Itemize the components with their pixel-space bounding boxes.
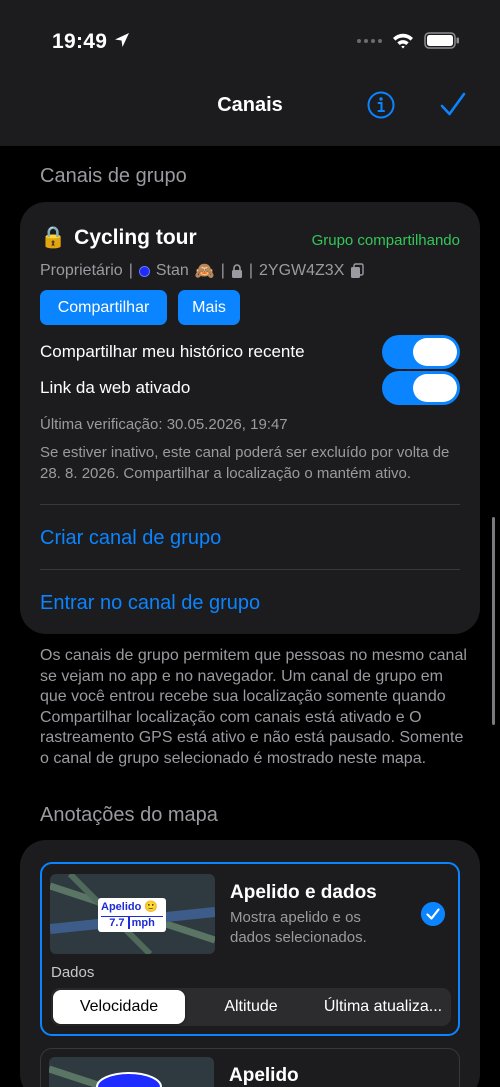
owner-color-dot xyxy=(138,265,150,277)
map-roads-image xyxy=(49,1057,214,1087)
option-title: Apelido xyxy=(229,1065,299,1086)
channel-name: Cycling tour xyxy=(74,226,197,249)
data-segmented-control: Velocidade Altitude Última atualiza... xyxy=(51,988,451,1026)
more-button[interactable]: Mais xyxy=(178,290,240,325)
divider xyxy=(40,569,460,570)
owner-emoji: 🙈 xyxy=(194,263,215,280)
section-header-group-channels: Canais de grupo xyxy=(40,165,187,187)
data-label: Dados xyxy=(51,964,95,981)
create-group-channel-link[interactable]: Criar canal de grupo xyxy=(40,527,221,550)
checkmark-selected-icon xyxy=(421,902,445,926)
status-bar: 19:49 xyxy=(0,0,500,80)
segment-last-update[interactable]: Última atualiza... xyxy=(317,990,449,1024)
share-button[interactable]: Compartilhar xyxy=(40,290,167,325)
copy-icon[interactable] xyxy=(350,263,365,279)
preview-speed-value: 7.7 xyxy=(109,917,125,929)
lock-emoji-icon: 🔒 xyxy=(40,226,67,249)
status-indicators xyxy=(356,32,460,49)
web-link-toggle[interactable] xyxy=(382,371,460,405)
battery-icon xyxy=(424,32,459,49)
map-annotations-card: Apelido 🙂 7.7 mph Apelido e dados Mostra… xyxy=(20,840,480,1087)
inactive-note: Se estiver inativo, este canal poderá se… xyxy=(40,444,450,482)
preview-speed: 7.7 mph xyxy=(101,916,163,929)
preview-name: Apelido xyxy=(101,901,142,913)
history-toggle-label: Compartilhar meu histórico recente xyxy=(40,342,305,361)
toggle-knob xyxy=(413,374,457,402)
page-title: Canais xyxy=(217,94,283,116)
navigation-bar: Canais xyxy=(0,80,500,146)
option-description: Mostra apelido e os dados selecionados. xyxy=(230,909,367,946)
group-channels-footnote: Os canais de grupo permitem que pessoas … xyxy=(40,647,467,767)
separator: | xyxy=(220,262,225,279)
scroll-indicator[interactable] xyxy=(492,517,495,725)
divider xyxy=(40,504,460,505)
channel-meta: Proprietário | Stan 🙈 | | 2YGW4Z3X xyxy=(40,261,365,281)
section-header-map-annotations: Anotações do mapa xyxy=(40,804,218,826)
wifi-icon xyxy=(393,33,413,49)
history-toggle-row: Compartilhar meu histórico recente xyxy=(40,335,460,369)
last-check-text: Última verificação: 30.05.2026, 19:47 xyxy=(40,416,288,433)
preview-speed-unit: mph xyxy=(127,917,155,929)
web-link-toggle-label: Link da web ativado xyxy=(40,378,191,397)
segment-altitude[interactable]: Altitude xyxy=(185,990,317,1024)
location-arrow-icon xyxy=(115,33,129,47)
owner-label: Proprietário xyxy=(40,262,123,279)
join-group-channel-link[interactable]: Entrar no canal de grupo xyxy=(40,592,260,615)
status-time: 19:49 xyxy=(52,30,108,53)
preview-label: Apelido 🙂 7.7 mph xyxy=(98,898,166,932)
preview-emoji: 🙂 xyxy=(144,901,159,913)
history-toggle[interactable] xyxy=(382,335,460,369)
annotation-preview-map xyxy=(49,1057,214,1087)
checkmark-done-icon[interactable] xyxy=(438,90,468,120)
toggle-knob xyxy=(413,338,457,366)
option-title: Apelido e dados xyxy=(230,882,377,903)
group-channel-card: 🔒 Cycling tour Grupo compartilhando Prop… xyxy=(20,202,480,634)
info-icon[interactable] xyxy=(366,90,396,120)
lock-icon xyxy=(231,264,242,278)
cellular-signal-icon xyxy=(357,38,382,43)
separator: | xyxy=(248,262,254,279)
channel-title: 🔒 Cycling tour xyxy=(40,226,197,250)
owner-name: Stan xyxy=(155,262,189,279)
segment-speed[interactable]: Velocidade xyxy=(53,990,185,1024)
annotation-option-nickname-data[interactable]: Apelido 🙂 7.7 mph Apelido e dados Mostra… xyxy=(40,862,460,1036)
channel-code: 2YGW4Z3X xyxy=(259,262,345,279)
annotation-option-nickname[interactable]: Apelido xyxy=(40,1048,460,1087)
web-link-toggle-row: Link da web ativado xyxy=(40,371,460,405)
separator: | xyxy=(128,262,133,279)
annotation-preview-map: Apelido 🙂 7.7 mph xyxy=(50,874,215,954)
channel-status: Grupo compartilhando xyxy=(311,232,460,249)
